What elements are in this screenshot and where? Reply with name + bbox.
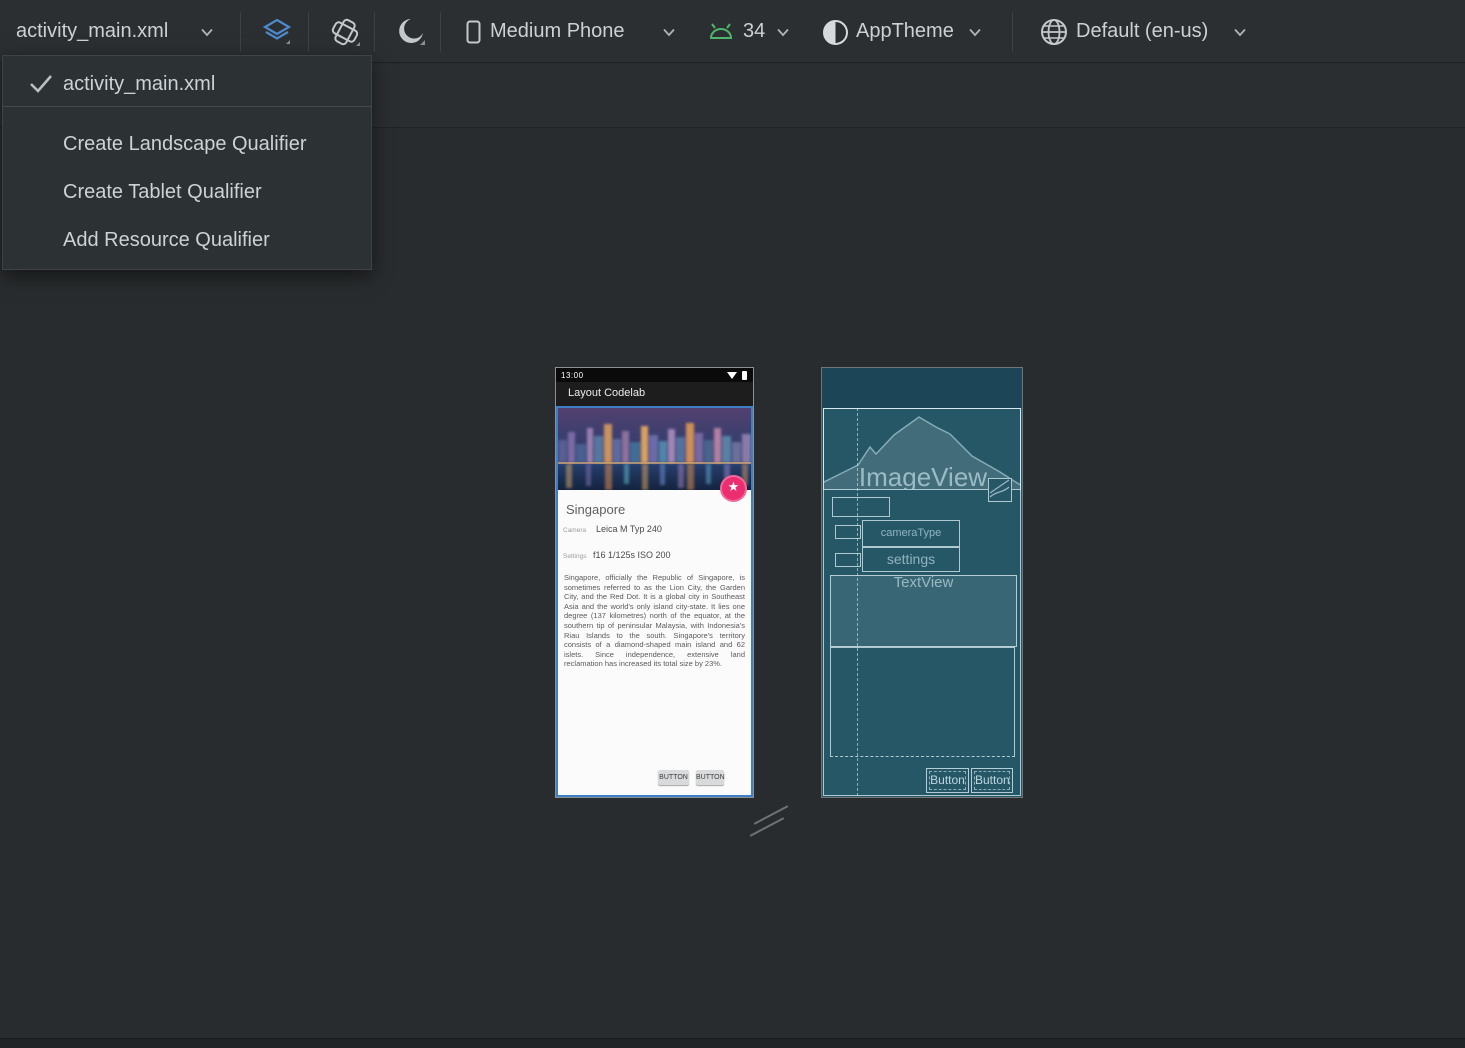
discard-button[interactable]: BUTTON	[658, 770, 689, 785]
design-preview[interactable]: 13:00 Layout Codelab	[556, 368, 753, 797]
theme-selector-label: AppTheme	[856, 0, 954, 63]
blueprint-button-2[interactable]: Button	[971, 768, 1013, 793]
settings-value: f16 1/125s ISO 200	[593, 550, 671, 560]
resize-handle[interactable]	[750, 817, 784, 837]
chevron-down-icon[interactable]	[662, 28, 676, 37]
app-bar-title: Layout Codelab	[568, 387, 645, 399]
device-selector-label: Medium Phone	[490, 0, 625, 63]
description-text: Singapore, officially the Republic of Si…	[564, 573, 745, 669]
api-selector-dropdown[interactable]: 34	[707, 0, 735, 20]
blueprint-title-textview[interactable]	[832, 497, 890, 517]
blueprint-cameratype-textview[interactable]: cameraType	[862, 520, 960, 547]
camera-value: Leica M Typ 240	[596, 524, 662, 534]
menu-item-label: Create Tablet Qualifier	[63, 172, 262, 212]
menu-item-current-file[interactable]: activity_main.xml	[3, 64, 371, 104]
globe-icon	[1040, 18, 1068, 46]
menu-separator	[3, 106, 371, 107]
blueprint-preview[interactable]: ImageView cameraType settings TextView B…	[822, 368, 1022, 797]
locale-selector-dropdown[interactable]: Default (en-us)	[1040, 0, 1068, 33]
fab-button[interactable]: ★	[720, 475, 747, 502]
rotate-icon[interactable]	[327, 15, 363, 51]
blueprint-button-1[interactable]: Button	[926, 768, 969, 793]
menu-item-create-landscape[interactable]: Create Landscape Qualifier	[3, 124, 371, 164]
checkmark-icon	[29, 74, 53, 94]
menu-item-label: activity_main.xml	[63, 64, 215, 104]
blueprint-fab[interactable]	[988, 478, 1012, 502]
wifi-icon	[727, 372, 737, 379]
chevron-down-icon[interactable]	[200, 28, 214, 37]
blueprint-button-label: Button	[974, 771, 1010, 790]
theme-selector-dropdown[interactable]: AppTheme	[822, 0, 849, 32]
menu-item-label: Add Resource Qualifier	[63, 220, 270, 260]
toolbar-divider	[240, 12, 241, 52]
blueprint-button-label: Button	[929, 771, 966, 790]
toolbar-divider	[1012, 12, 1013, 52]
image-placeholder-icon	[989, 479, 1010, 500]
blueprint-description-textview[interactable]: TextView	[830, 575, 1017, 647]
file-selector-dropdown[interactable]: activity_main.xml	[16, 0, 168, 63]
chevron-down-icon[interactable]	[776, 28, 790, 37]
menu-item-add-resource-qualifier[interactable]: Add Resource Qualifier	[3, 220, 371, 260]
file-selector-menu: activity_main.xml Create Landscape Quali…	[2, 55, 372, 270]
guideline[interactable]	[857, 408, 858, 796]
toolbar-divider	[374, 12, 375, 52]
battery-icon	[742, 371, 747, 380]
chevron-down-icon[interactable]	[968, 28, 982, 37]
menu-item-create-tablet[interactable]: Create Tablet Qualifier	[3, 172, 371, 212]
toolbar-divider	[440, 12, 441, 52]
blueprint-settings-textview[interactable]: settings	[862, 547, 960, 572]
card-title: Singapore	[566, 502, 625, 517]
resize-handle[interactable]	[754, 805, 788, 825]
design-toolbar: activity_main.xml Medium Phone	[0, 0, 1465, 63]
toolbar-divider	[308, 12, 309, 52]
moon-icon[interactable]	[394, 16, 428, 50]
contrast-icon	[822, 19, 849, 46]
menu-item-label: Create Landscape Qualifier	[63, 124, 306, 164]
layout-editor-window: activity_main.xml Medium Phone	[0, 0, 1465, 1048]
layers-icon[interactable]	[262, 17, 294, 49]
star-icon: ★	[722, 479, 745, 495]
window-bottom-edge	[0, 1038, 1465, 1048]
chevron-down-icon[interactable]	[1233, 28, 1247, 37]
android-icon	[707, 22, 735, 42]
camera-label: Camera	[563, 527, 586, 534]
file-selector-label: activity_main.xml	[16, 20, 168, 42]
status-bar: 13:00	[556, 368, 753, 382]
locale-selector-label: Default (en-us)	[1076, 0, 1208, 63]
blueprint-appbar-area	[822, 368, 1022, 408]
api-selector-label: 34	[743, 0, 765, 63]
upload-button[interactable]: BUTTON	[696, 770, 724, 785]
app-bar: Layout Codelab	[556, 382, 753, 406]
device-selector-dropdown[interactable]: Medium Phone	[466, 0, 481, 24]
status-time: 13:00	[561, 371, 584, 380]
settings-label: Settings	[563, 553, 587, 560]
singapore-image[interactable]	[556, 406, 753, 490]
phone-icon	[466, 20, 481, 44]
